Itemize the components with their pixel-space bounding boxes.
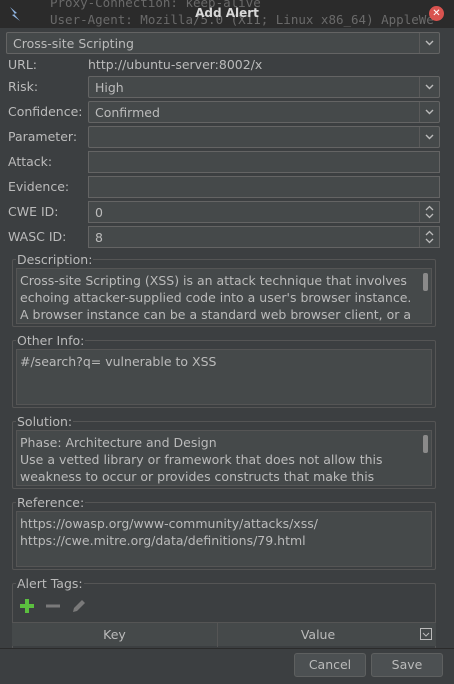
cwe-value: 0 xyxy=(95,205,103,220)
url-label: URL: xyxy=(8,57,38,72)
other-info-panel: Other Info: #/search?q= vulnerable to XS… xyxy=(12,333,436,408)
chevron-down-icon[interactable] xyxy=(419,77,439,97)
evidence-row: Evidence: xyxy=(6,176,440,198)
reference-panel: Reference: https://owasp.org/www-communi… xyxy=(12,495,436,570)
attack-row: Attack: xyxy=(6,151,440,173)
risk-label: Risk: xyxy=(8,79,39,94)
column-chooser-icon[interactable] xyxy=(420,628,432,640)
solution-textarea[interactable]: Phase: Architecture and Design Use a vet… xyxy=(16,430,432,486)
parameter-row: Parameter: xyxy=(6,126,440,148)
edit-icon[interactable] xyxy=(70,597,88,615)
wasc-row: WASC ID: 8 xyxy=(6,226,440,248)
alert-name-row: Cross-site Scripting xyxy=(6,32,440,54)
evidence-label: Evidence: xyxy=(8,179,70,194)
parameter-select[interactable] xyxy=(88,126,440,148)
solution-panel: Solution: Phase: Architecture and Design… xyxy=(12,414,436,489)
reference-text: https://owasp.org/www-community/attacks/… xyxy=(20,516,318,548)
add-icon[interactable] xyxy=(18,597,36,615)
attack-label: Attack: xyxy=(8,154,53,169)
chevron-down-icon[interactable] xyxy=(419,102,439,122)
cwe-row: CWE ID: 0 xyxy=(6,201,440,223)
chevron-down-icon[interactable] xyxy=(419,33,439,53)
solution-text: Phase: Architecture and Design Use a vet… xyxy=(20,435,383,484)
alert-tags-legend: Alert Tags: xyxy=(16,576,84,591)
save-button[interactable]: Save xyxy=(371,653,443,677)
spinner-arrows-icon[interactable] xyxy=(419,202,439,222)
cancel-button[interactable]: Cancel xyxy=(294,653,366,677)
description-text: Cross-site Scripting (XSS) is an attack … xyxy=(20,273,412,322)
chevron-down-icon[interactable] xyxy=(419,127,439,147)
alert-name-value: Cross-site Scripting xyxy=(13,36,134,51)
cwe-spinner[interactable]: 0 xyxy=(88,201,440,223)
description-legend: Description: xyxy=(16,252,94,267)
reference-textarea[interactable]: https://owasp.org/www-community/attacks/… xyxy=(16,511,432,567)
other-info-text: #/search?q= vulnerable to XSS xyxy=(20,354,217,369)
risk-row: Risk: High xyxy=(6,76,440,98)
url-value: http://ubuntu-server:8002/x xyxy=(88,57,263,72)
title-bar: Proxy-Connection: keep-alive User-Agent:… xyxy=(0,0,454,28)
column-header-key[interactable]: Key xyxy=(12,627,217,642)
description-panel: Description: Cross-site Scripting (XSS) … xyxy=(12,252,436,327)
solution-legend: Solution: xyxy=(16,414,74,429)
other-info-legend: Other Info: xyxy=(16,333,86,348)
column-header-value[interactable]: Value xyxy=(218,627,418,642)
confidence-value: Confirmed xyxy=(95,105,160,120)
confidence-label: Confidence: xyxy=(8,104,83,119)
window-title: Add Alert xyxy=(195,6,259,20)
reference-legend: Reference: xyxy=(16,495,86,510)
other-info-textarea[interactable]: #/search?q= vulnerable to XSS xyxy=(16,349,432,405)
wasc-value: 8 xyxy=(95,230,103,245)
parameter-label: Parameter: xyxy=(8,129,78,144)
description-textarea[interactable]: Cross-site Scripting (XSS) is an attack … xyxy=(16,268,432,324)
wasc-spinner[interactable]: 8 xyxy=(88,226,440,248)
confidence-row: Confidence: Confirmed xyxy=(6,101,440,123)
alert-name-combo[interactable]: Cross-site Scripting xyxy=(6,32,440,54)
confidence-select[interactable]: Confirmed xyxy=(88,101,440,123)
spinner-arrows-icon[interactable] xyxy=(419,227,439,247)
wasc-label: WASC ID: xyxy=(8,229,67,244)
alert-tags-table[interactable]: Key Value xyxy=(12,622,436,647)
attack-input[interactable] xyxy=(88,151,440,173)
button-bar: Cancel Save xyxy=(0,648,454,684)
risk-value: High xyxy=(95,80,124,95)
evidence-input[interactable] xyxy=(88,176,440,198)
solution-scrollbar[interactable] xyxy=(423,435,428,453)
risk-select[interactable]: High xyxy=(88,76,440,98)
description-scrollbar[interactable] xyxy=(423,273,428,291)
close-button[interactable]: ✕ xyxy=(429,6,444,21)
cwe-label: CWE ID: xyxy=(8,204,59,219)
url-row: URL: http://ubuntu-server:8002/x xyxy=(6,54,440,76)
remove-icon[interactable] xyxy=(44,597,62,615)
